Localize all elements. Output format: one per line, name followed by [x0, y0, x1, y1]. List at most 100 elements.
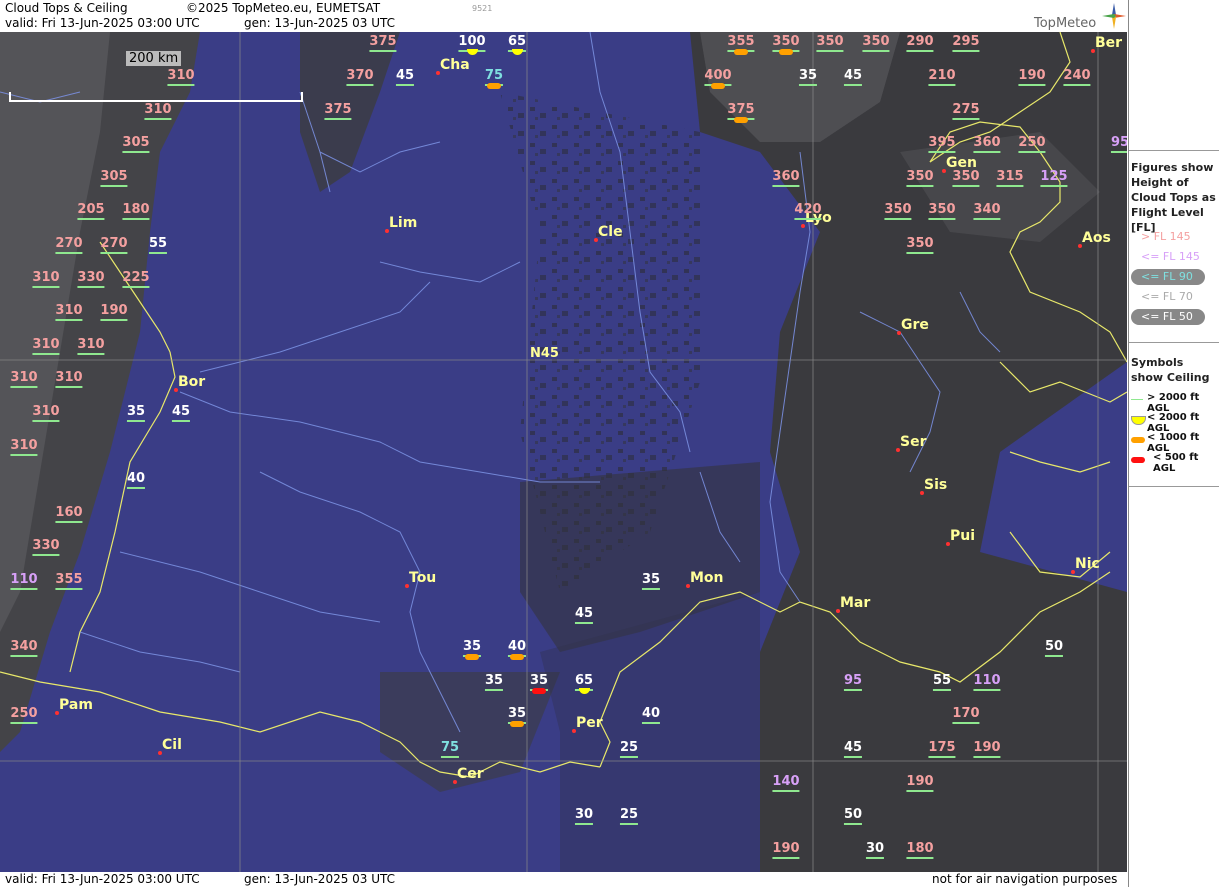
ceiling-legend-item: < 500 ft AGL	[1153, 452, 1199, 474]
city-label: Tou	[409, 570, 437, 586]
cloud-top-value: 225	[122, 270, 150, 288]
footer-bar: valid: Fri 13-Jun-2025 03:00 UTC gen: 13…	[0, 872, 1127, 887]
cloud-top-value: 95	[843, 673, 863, 691]
weather-map[interactable]: 200 km N45 Cha Ber Lim Cle Lyo Gen Aos Gre Bor Se…	[0, 32, 1127, 872]
cloud-top-value: 375	[727, 102, 755, 120]
cloud-top-value: 30	[574, 807, 594, 825]
cloud-top-value: 55	[932, 673, 952, 691]
cloud-top-value: 310	[10, 370, 38, 388]
cloud-top-value: 305	[100, 169, 128, 187]
cloud-top-value: 50	[843, 807, 863, 825]
cloud-top-value: 350	[928, 202, 956, 220]
cloud-top-value: 270	[100, 236, 128, 254]
cloud-top-value: 310	[55, 370, 83, 388]
cloud-top-value: 40	[126, 471, 146, 489]
cloud-top-value: 35	[126, 404, 146, 422]
ceiling-symbol-icon	[487, 83, 501, 89]
city-label: Pam	[59, 697, 93, 713]
ceiling-legend-item: < 1000 ft AGL	[1147, 432, 1200, 454]
footer-valid-time: valid: Fri 13-Jun-2025 03:00 UTC	[5, 872, 200, 886]
cloud-top-value: 75	[484, 68, 504, 86]
cloud-top-value: 350	[906, 236, 934, 254]
ceiling-legend-symbol-icon	[1131, 457, 1145, 463]
cloud-top-value: 250	[10, 706, 38, 724]
cloud-top-value: 210	[928, 68, 956, 86]
cloud-top-value: 45	[843, 740, 863, 758]
city-label: Lim	[389, 215, 418, 231]
symbols-legend-title: Symbols show Ceiling	[1131, 356, 1210, 384]
flight-level-legend-item: <= FL 50	[1141, 310, 1193, 323]
cloud-top-value: 140	[772, 774, 800, 792]
cloud-top-value: 310	[10, 438, 38, 456]
cloud-top-value: 35	[798, 68, 818, 86]
scale-label: 200 km	[126, 51, 182, 66]
latitude-label: N45	[530, 346, 559, 361]
cloud-top-value: 370	[346, 68, 374, 86]
city-label: Per	[576, 715, 603, 731]
cloud-top-value: 190	[906, 774, 934, 792]
flight-level-legend-item: <= FL 90	[1141, 270, 1193, 283]
legend-divider	[1129, 342, 1219, 343]
cloud-top-value: 310	[32, 404, 60, 422]
city-label: Aos	[1082, 230, 1111, 246]
scale-bar	[9, 92, 303, 102]
generated-time: gen: 13-Jun-2025 03 UTC	[244, 16, 396, 30]
city-label: Mon	[690, 570, 724, 586]
cloud-top-value: 35	[641, 572, 661, 590]
cloud-top-value: 360	[772, 169, 800, 187]
cloud-top-value: 310	[167, 68, 195, 86]
cloud-top-value: 125	[1040, 169, 1068, 187]
cloud-top-value: 355	[727, 34, 755, 52]
cloud-top-value: 295	[952, 34, 980, 52]
flight-level-legend-item: <= FL 70	[1141, 290, 1193, 303]
cloud-top-value: 375	[324, 102, 352, 120]
ceiling-legend-symbol-icon	[1131, 399, 1143, 400]
cloud-top-value: 40	[507, 639, 527, 657]
cloud-top-value: 350	[884, 202, 912, 220]
cloud-top-value: 315	[996, 169, 1024, 187]
cloud-top-value: 110	[973, 673, 1001, 691]
ceiling-symbol-icon	[465, 654, 479, 660]
city-label: Cer	[457, 766, 484, 782]
cloud-top-value: 250	[1018, 135, 1046, 153]
cloud-top-value: 35	[507, 706, 527, 724]
cloud-top-value: 30	[865, 841, 885, 859]
cloud-top-value: 395	[928, 135, 956, 153]
cloud-top-value: 420	[794, 202, 822, 220]
cloud-top-value: 160	[55, 505, 83, 523]
cloud-top-value: 95	[1110, 136, 1127, 153]
cloud-top-value: 40	[641, 706, 661, 724]
legend-divider-top	[1129, 150, 1219, 151]
cloud-top-value: 360	[973, 135, 1001, 153]
cloud-top-value: 75	[440, 740, 460, 758]
cloud-top-value: 190	[100, 303, 128, 321]
cloud-top-value: 340	[10, 639, 38, 657]
cloud-top-value: 45	[171, 404, 191, 422]
cloud-top-value: 275	[952, 102, 980, 120]
cloud-top-value: 100	[458, 34, 486, 52]
cloud-top-value: 400	[704, 68, 732, 86]
cloud-top-value: 25	[619, 807, 639, 825]
cloud-top-value: 355	[55, 572, 83, 590]
city-label: Cil	[162, 737, 182, 753]
cloud-top-value: 375	[369, 34, 397, 52]
cloud-top-value: 240	[1063, 68, 1091, 86]
legend-panel: Figures show Height of Cloud Tops as Fli…	[1128, 0, 1219, 887]
cloud-top-value: 45	[395, 68, 415, 86]
cloud-top-value: 35	[529, 673, 549, 691]
cloud-top-value: 180	[122, 202, 150, 220]
cloud-top-value: 350	[952, 169, 980, 187]
cloud-top-value: 310	[77, 337, 105, 355]
ceiling-symbol-icon	[734, 117, 748, 123]
compass-logo-icon	[1101, 2, 1127, 30]
cloud-top-value: 290	[906, 34, 934, 52]
city-label: Pui	[950, 528, 976, 544]
city-label: Cle	[598, 224, 623, 240]
city-label: Gre	[901, 317, 929, 333]
city-label: Sis	[924, 477, 948, 493]
ceiling-symbol-icon	[510, 721, 524, 727]
ceiling-symbol-icon	[711, 83, 725, 89]
cloud-top-value: 35	[484, 673, 504, 691]
cloud-top-value: 305	[122, 135, 150, 153]
cloud-top-value: 180	[906, 841, 934, 859]
